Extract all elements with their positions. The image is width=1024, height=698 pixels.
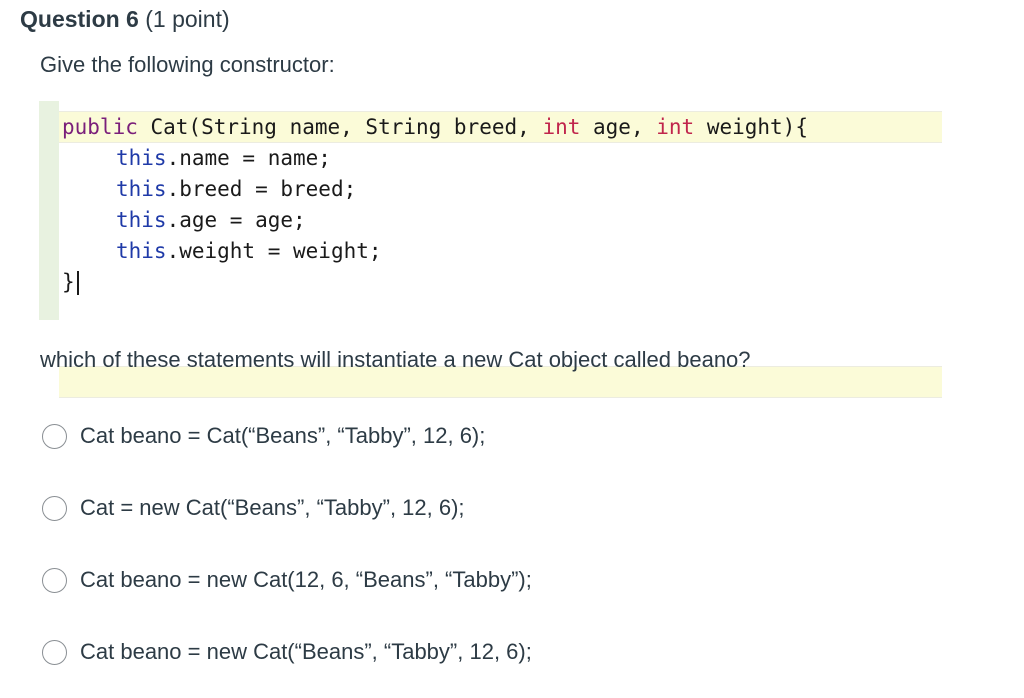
code-keyword-this: this — [116, 146, 167, 170]
code-snippet: public Cat(String name, String breed, in… — [39, 101, 942, 398]
radio-button[interactable] — [42, 639, 67, 665]
question-header: Question 6 (1 point) — [20, 6, 230, 33]
code-keyword-int: int — [656, 115, 695, 139]
code-line-close: } — [62, 267, 79, 297]
answer-option-3[interactable]: Cat beano = new Cat(12, 6, “Beans”, “Tab… — [42, 567, 532, 593]
answer-option-label: Cat beano = new Cat(12, 6, “Beans”, “Tab… — [80, 567, 532, 592]
code-text: weight){ — [694, 115, 808, 139]
code-text: .weight = weight; — [166, 239, 382, 263]
code-text: .name = name; — [166, 146, 331, 170]
radio-button[interactable] — [42, 495, 67, 521]
code-keyword-this: this — [116, 177, 167, 201]
code-closing-brace: } — [62, 270, 75, 294]
answer-option-4[interactable]: Cat beano = new Cat(“Beans”, “Tabby”, 12… — [42, 639, 532, 665]
code-text: .age = age; — [166, 208, 306, 232]
text-caret — [76, 271, 79, 295]
code-gutter — [39, 101, 59, 320]
code-keyword-this: this — [116, 208, 167, 232]
radio-button[interactable] — [42, 423, 67, 449]
code-text: Cat(String name, String breed, — [137, 115, 543, 139]
code-line-age: this.age = age; — [116, 205, 306, 235]
answer-option-label: Cat beano = Cat(“Beans”, “Tabby”, 12, 6)… — [80, 423, 486, 448]
question-points: (1 point) — [145, 6, 230, 32]
code-keyword-int: int — [542, 115, 581, 139]
code-line-signature: public Cat(String name, String breed, in… — [62, 112, 808, 142]
answer-option-2[interactable]: Cat = new Cat(“Beans”, “Tabby”, 12, 6); — [42, 495, 465, 521]
code-line-name: this.name = name; — [116, 143, 331, 173]
question-follow-up: which of these statements will instantia… — [40, 347, 751, 372]
code-text: age, — [580, 115, 657, 139]
radio-button[interactable] — [42, 567, 67, 593]
answer-option-label: Cat = new Cat(“Beans”, “Tabby”, 12, 6); — [80, 495, 465, 520]
code-keyword-public: public — [62, 115, 138, 139]
code-text: .breed = breed; — [166, 177, 357, 201]
question-title: Question 6 — [20, 6, 139, 32]
code-line-breed: this.breed = breed; — [116, 174, 356, 204]
answer-option-label: Cat beano = new Cat(“Beans”, “Tabby”, 12… — [80, 639, 532, 664]
code-line-weight: this.weight = weight; — [116, 236, 382, 266]
code-keyword-this: this — [116, 239, 167, 263]
answer-option-1[interactable]: Cat beano = Cat(“Beans”, “Tabby”, 12, 6)… — [42, 423, 485, 449]
question-prompt: Give the following constructor: — [40, 52, 335, 77]
